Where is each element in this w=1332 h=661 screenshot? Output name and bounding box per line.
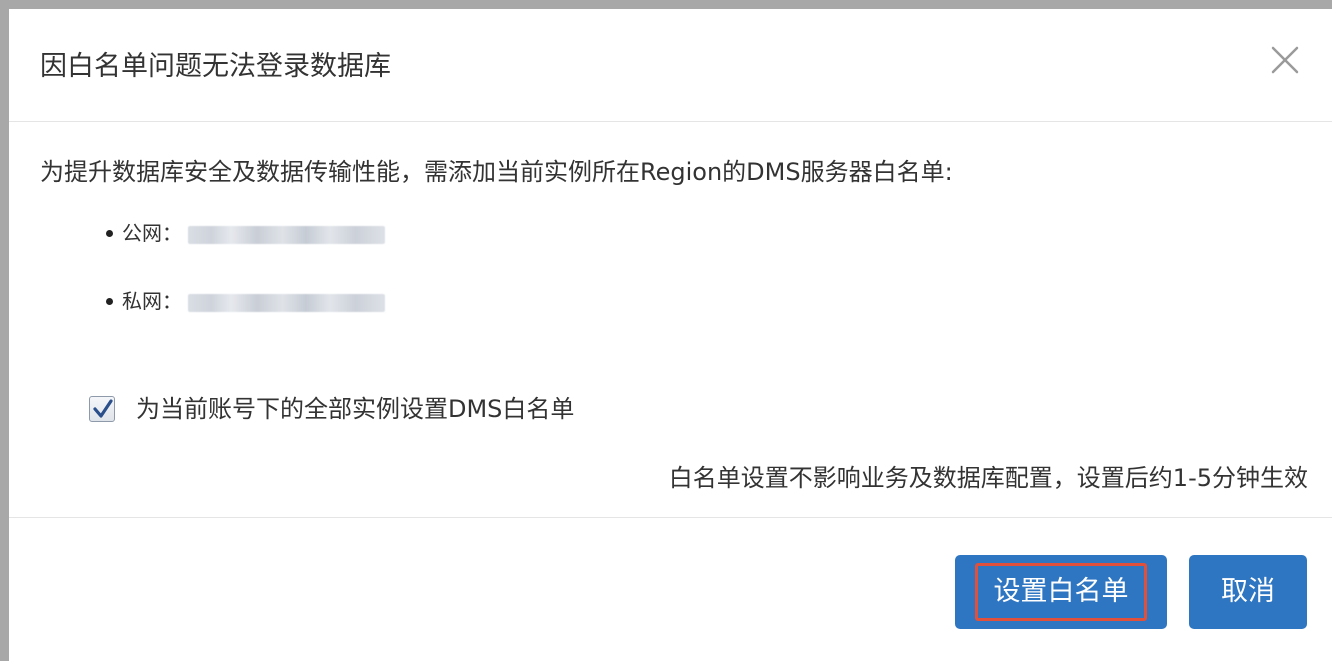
public-ip-label: 公网：: [122, 221, 182, 245]
cancel-button[interactable]: 取消: [1189, 555, 1307, 629]
list-item-private-ip: 私网：: [106, 285, 385, 317]
whitelist-dialog: 因白名单问题无法登录数据库 为提升数据库安全及数据传输性能，需添加当前实例所在R…: [9, 9, 1332, 661]
private-ip-label: 私网：: [122, 289, 182, 313]
public-ip-value: [188, 225, 385, 244]
checkmark-icon: [93, 399, 113, 418]
dialog-title: 因白名单问题无法登录数据库: [40, 51, 391, 82]
all-instances-checkbox-label[interactable]: 为当前账号下的全部实例设置DMS白名单: [136, 393, 574, 425]
ip-list: 公网： 私网：: [106, 217, 385, 353]
set-whitelist-button[interactable]: 设置白名单: [955, 555, 1167, 629]
all-instances-checkbox-row[interactable]: 为当前账号下的全部实例设置DMS白名单: [89, 392, 574, 426]
close-icon[interactable]: [1268, 43, 1302, 77]
all-instances-checkbox[interactable]: [89, 396, 115, 422]
dialog-header: 因白名单问题无法登录数据库: [9, 9, 1332, 122]
dialog-body: 为提升数据库安全及数据传输性能，需添加当前实例所在Region的DMS服务器白名…: [9, 122, 1332, 518]
set-whitelist-button-label: 设置白名单: [993, 576, 1129, 607]
dialog-footer: 设置白名单 取消: [9, 518, 1332, 661]
list-item-public-ip: 公网：: [106, 217, 385, 249]
private-ip-value: [188, 293, 385, 312]
effect-note: 白名单设置不影响业务及数据库配置，设置后约1-5分钟生效: [668, 464, 1308, 492]
intro-text: 为提升数据库安全及数据传输性能，需添加当前实例所在Region的DMS服务器白名…: [40, 158, 953, 186]
